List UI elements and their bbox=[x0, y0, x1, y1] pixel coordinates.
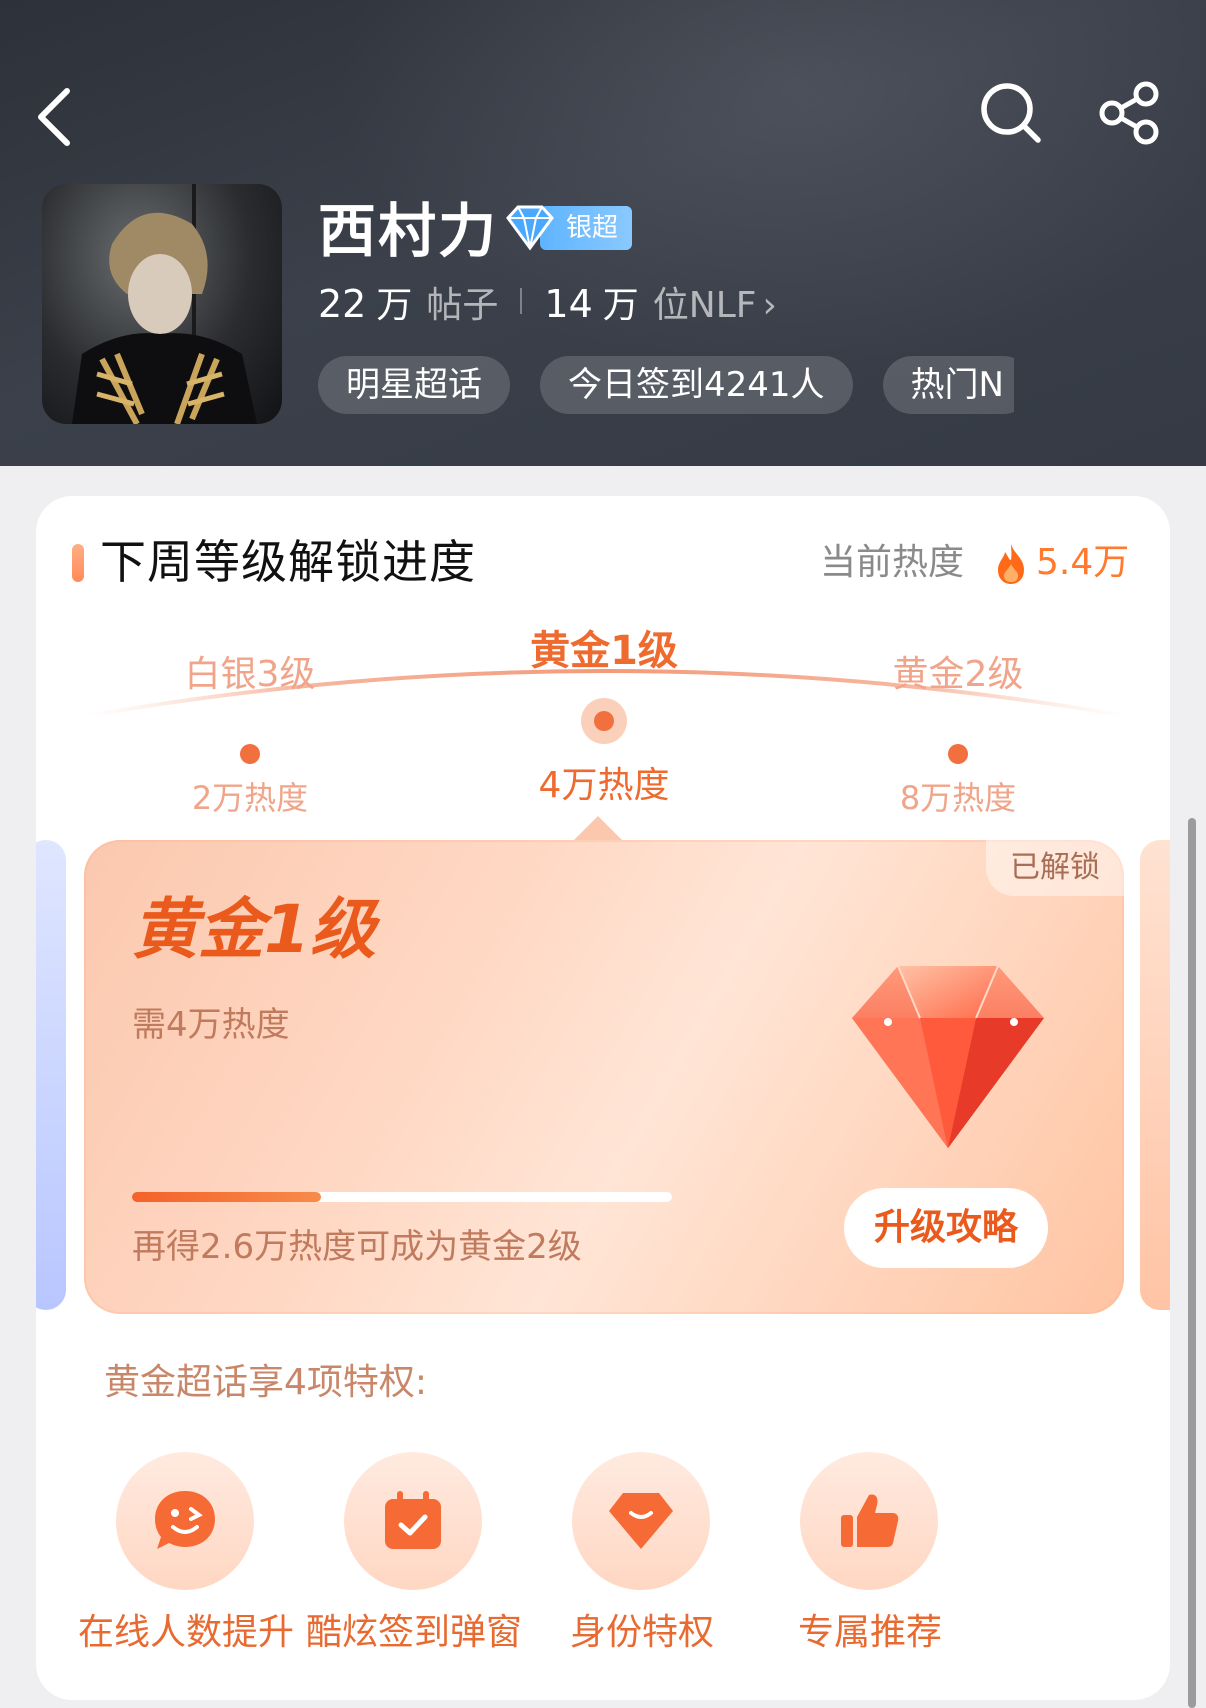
level-heat-gold1: 4万热度 bbox=[538, 765, 670, 806]
stats-divider bbox=[520, 288, 523, 314]
prev-level-card[interactable] bbox=[36, 840, 66, 1310]
posts-count: 22 bbox=[318, 282, 367, 326]
upgrade-guide-button[interactable]: 升级攻略 bbox=[844, 1188, 1048, 1268]
posts-unit: 万 bbox=[376, 285, 413, 326]
perk-label: 酷炫签到弹窗 bbox=[305, 1612, 522, 1653]
back-arrow-icon bbox=[38, 88, 70, 146]
level-card-requirement: 需4万热度 bbox=[132, 1005, 290, 1045]
perk-icon-circle bbox=[344, 1452, 482, 1590]
tag-checkin-count[interactable]: 今日签到4241人 bbox=[540, 356, 853, 414]
next-level-card[interactable] bbox=[1140, 840, 1170, 1310]
level-name-gold2[interactable]: 黄金2级 bbox=[838, 652, 1078, 698]
card-title: 下周等级解锁进度 bbox=[100, 535, 476, 589]
topic-tags: 明星超话 今日签到4241人 热门N bbox=[318, 356, 1014, 414]
share-button[interactable] bbox=[1098, 80, 1164, 146]
gem-icon bbox=[609, 1493, 673, 1549]
level-progress-bar bbox=[132, 1192, 672, 1202]
chevron-right-icon: › bbox=[762, 285, 777, 326]
perk-recommend[interactable]: 专属推荐 bbox=[750, 1452, 990, 1662]
tag-star-topic[interactable]: 明星超话 bbox=[318, 356, 510, 414]
perk-online-boost[interactable]: 在线人数提升 bbox=[66, 1452, 306, 1662]
level-card-title: 黄金1级 bbox=[132, 891, 376, 968]
share-icon bbox=[1099, 81, 1159, 145]
tag-hot[interactable]: 热门N bbox=[882, 356, 1014, 414]
level-heat-silver3: 2万热度 bbox=[191, 779, 309, 817]
current-heat-value: 5.4万 bbox=[1036, 542, 1130, 583]
level-progress-fill bbox=[132, 1192, 321, 1202]
perk-icon-circle bbox=[116, 1452, 254, 1590]
level-timeline: 白银3级 2万热度 黄金1级 4万热度 黄金2级 8万热度 bbox=[36, 616, 1170, 817]
followers-unit: 万 bbox=[602, 285, 639, 326]
unlocked-badge: 已解锁 bbox=[986, 840, 1124, 896]
level-name-silver3[interactable]: 白银3级 bbox=[130, 652, 370, 698]
search-button[interactable] bbox=[978, 80, 1044, 146]
ruby-gem-icon bbox=[852, 965, 1044, 1148]
followers-count: 14 bbox=[544, 282, 593, 326]
level-heat-gold2: 8万热度 bbox=[899, 779, 1017, 817]
rank-badge[interactable]: 银超 bbox=[502, 205, 632, 251]
perk-icon-circle bbox=[800, 1452, 938, 1590]
current-level-card[interactable]: 已解锁 黄金1级 需4万热度 再得2.6万热度可成为黄金2级 升级攻略 bbox=[84, 840, 1124, 1314]
level-name-gold1[interactable]: 黄金1级 bbox=[484, 628, 724, 674]
perks-title: 黄金超话享4项特权: bbox=[104, 1362, 428, 1403]
search-icon bbox=[981, 83, 1041, 143]
level-dot-gold2 bbox=[948, 744, 968, 764]
title-accent-bar bbox=[72, 544, 84, 582]
topic-avatar[interactable] bbox=[42, 184, 282, 424]
calendar-check-icon bbox=[385, 1491, 441, 1549]
topic-name: 西村力 bbox=[318, 197, 499, 265]
back-button[interactable] bbox=[30, 82, 80, 152]
thumbs-up-icon bbox=[841, 1494, 899, 1547]
diamond-badge-icon bbox=[506, 205, 554, 251]
perk-icon-circle bbox=[572, 1452, 710, 1590]
posts-label: 帖子 bbox=[426, 285, 499, 326]
scrollbar[interactable] bbox=[1188, 818, 1196, 1708]
smile-chat-icon bbox=[155, 1491, 215, 1549]
topic-header: 西村力 银超 22 万 帖子 14 万 位NLF › 明星超话 今日签到4241… bbox=[0, 0, 1206, 466]
perk-label: 身份特权 bbox=[569, 1612, 714, 1653]
avatar-portrait bbox=[72, 184, 257, 424]
level-card-hint: 再得2.6万热度可成为黄金2级 bbox=[132, 1227, 582, 1267]
perk-checkin-popup[interactable]: 酷炫签到弹窗 bbox=[294, 1452, 534, 1662]
level-dot-silver3 bbox=[240, 744, 260, 764]
perk-label: 专属推荐 bbox=[797, 1612, 942, 1653]
level-dot-gold1 bbox=[594, 711, 614, 731]
flame-icon bbox=[998, 544, 1024, 584]
followers-label: 位NLF bbox=[652, 285, 757, 326]
topic-stats[interactable]: 22 万 帖子 14 万 位NLF › bbox=[318, 276, 777, 326]
perk-label: 在线人数提升 bbox=[77, 1612, 294, 1653]
current-heat-label: 当前热度 bbox=[820, 542, 965, 583]
perk-identity[interactable]: 身份特权 bbox=[522, 1452, 762, 1662]
level-progress-card: 下周等级解锁进度 当前热度 5.4万 白银3级 2万热度 黄金1级 4万热度 黄… bbox=[36, 496, 1170, 1700]
